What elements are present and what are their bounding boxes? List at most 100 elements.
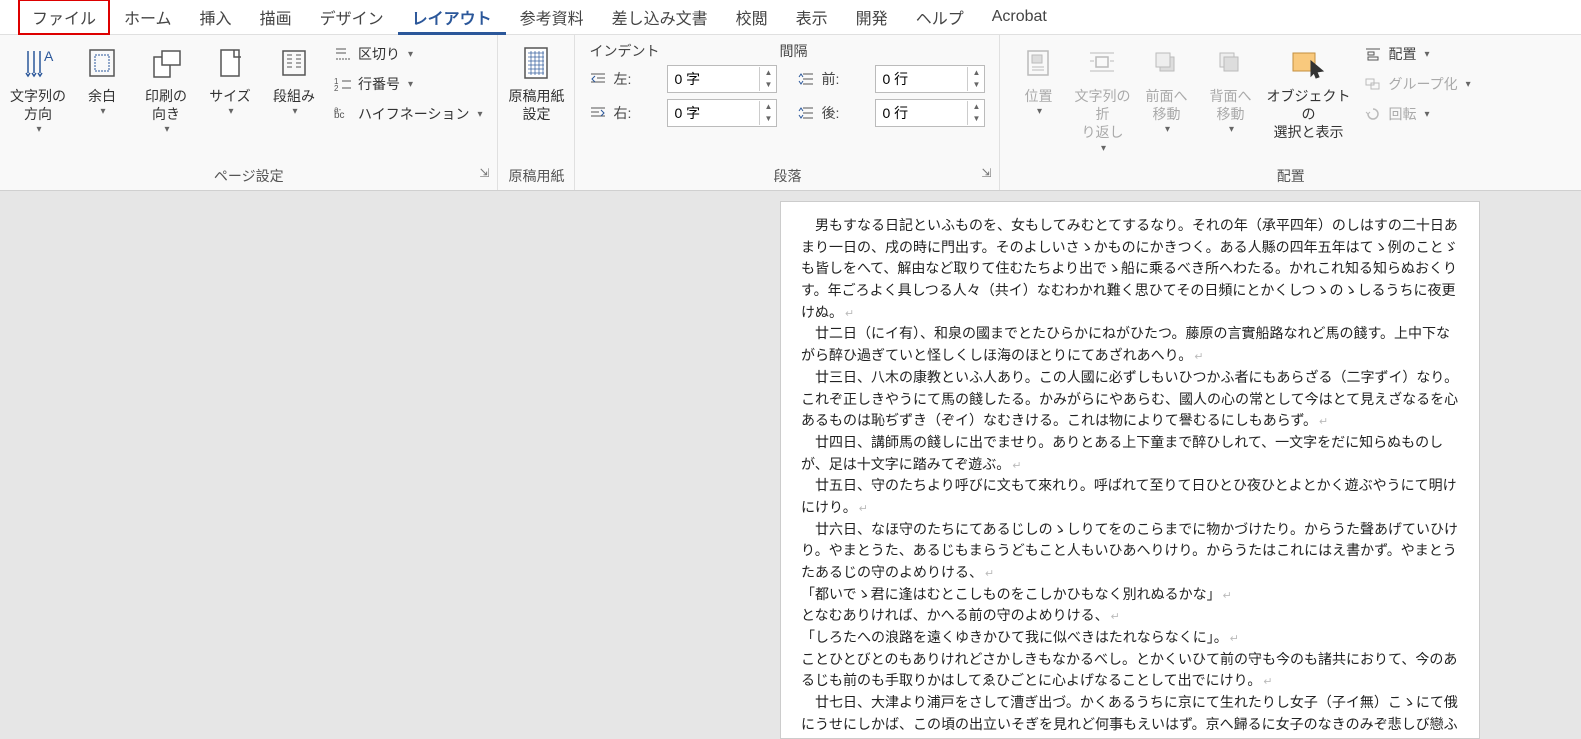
tab-help[interactable]: ヘルプ [902,0,978,35]
spacing-before-input[interactable] [876,71,967,87]
line-numbers-label: 行番号 [358,74,400,94]
rotate-icon [1364,107,1382,121]
wrap-text-label: 文字列の折 り返し [1072,87,1132,142]
tab-home[interactable]: ホーム [110,0,186,35]
paragraph[interactable]: 男もすなる日記といふものを、女もしてみむとてするなり。それの年（承平四年）のしは… [801,216,1459,324]
group-page-setup: A 文字列の 方向▾ 余白▾ 印刷の 向き▾ サイズ▾ [0,35,498,190]
manuscript-button[interactable]: 原稿用紙 設定 [504,39,568,127]
margins-button[interactable]: 余白▾ [70,39,134,122]
spin-up-icon[interactable]: ▲ [968,101,984,113]
indent-left-spinner[interactable]: ▲▼ [667,65,777,93]
position-button[interactable]: 位置▾ [1006,39,1070,122]
line-numbers-button[interactable]: 12 行番号▾ [330,71,487,97]
paragraph[interactable]: 「しろたへの浪路を遠くゆきかひて我に似べきはたれならなくに」。 [801,628,1459,650]
position-icon [1022,43,1054,83]
breaks-label: 区切り [358,44,400,64]
group-button[interactable]: グループ化 ▾ [1360,71,1475,97]
spin-up-icon[interactable]: ▲ [968,67,984,79]
chevron-down-icon: ▾ [1228,123,1234,136]
spacing-after-icon [797,105,815,121]
tab-draw[interactable]: 描画 [246,0,306,35]
spin-down-icon[interactable]: ▼ [760,79,776,91]
paragraph-launcher[interactable]: ⇲ [981,166,991,180]
size-button[interactable]: サイズ▾ [198,39,262,122]
indent-left-input[interactable] [668,71,759,87]
tab-view[interactable]: 表示 [782,0,842,35]
rotate-label: 回転 [1388,104,1416,124]
columns-button[interactable]: 段組み▾ [262,39,326,122]
align-button[interactable]: 配置▾ [1360,41,1475,67]
paragraph-group-label: 段落 [773,168,801,184]
group-obj-label: グループ化 [1388,74,1457,94]
tab-developer[interactable]: 開発 [842,0,902,35]
spacing-after-input[interactable] [876,105,967,121]
hyphenation-button[interactable]: bca- ハイフネーション▾ [330,101,487,127]
indent-title: インデント [589,41,659,61]
paragraph[interactable]: ことひとびとのもありけれどさかしきもなかるべし。とかくいひて前の守も今のも諸共に… [801,650,1459,693]
chevron-down-icon: ▾ [36,123,42,136]
hyphenation-icon: bca- [334,106,352,122]
spin-up-icon[interactable]: ▲ [760,101,776,113]
paragraph[interactable]: 「都いでゝ君に逢はむとこしものをこしかひもなく別れぬるかな」 [801,585,1459,607]
spacing-after-label: 後: [821,103,869,123]
paragraph[interactable]: 廿七日、大津より浦戸をさして漕ぎ出づ。かくあるうちに京にて生れたりし女子（子イ無… [801,693,1459,739]
indent-right-input[interactable] [668,105,759,121]
selection-pane-button[interactable]: オブジェクトの 選択と表示 [1262,39,1354,146]
chevron-down-icon: ▾ [1100,142,1106,155]
chevron-down-icon: ▾ [1466,79,1472,90]
chevron-down-icon: ▾ [228,105,234,118]
bring-forward-icon [1150,43,1182,83]
tab-strip: ファイル ホーム 挿入 描画 デザイン レイアウト 参考資料 差し込み文書 校閲… [0,0,1581,34]
page-setup-launcher[interactable]: ⇲ [479,166,489,180]
spin-down-icon[interactable]: ▼ [968,79,984,91]
spin-up-icon[interactable]: ▲ [760,67,776,79]
chevron-down-icon: ▾ [1424,109,1430,120]
hyphenation-label: ハイフネーション [358,104,469,124]
ribbon: A 文字列の 方向▾ 余白▾ 印刷の 向き▾ サイズ▾ [0,34,1581,191]
tab-review[interactable]: 校閲 [722,0,782,35]
position-label: 位置 [1024,87,1052,105]
group-manuscript: 原稿用紙 設定 原稿用紙 [498,35,575,190]
tab-layout[interactable]: レイアウト [398,0,506,35]
text-direction-button[interactable]: A 文字列の 方向▾ [6,39,70,140]
indent-left-icon [589,71,607,87]
paragraph[interactable]: 廿四日、講師馬の餞しに出でませり。ありとある上下童まで醉ひしれて、一文字をだに知… [801,433,1459,476]
breaks-icon [334,46,352,62]
send-backward-button[interactable]: 背面へ 移動▾ [1198,39,1262,140]
tab-mailings[interactable]: 差し込み文書 [598,0,722,35]
wrap-text-button[interactable]: 文字列の折 り返し▾ [1070,39,1134,159]
page-setup-group-label: ページ設定 [214,168,284,184]
spacing-before-spinner[interactable]: ▲▼ [875,65,985,93]
rotate-button[interactable]: 回転 ▾ [1360,101,1475,127]
tab-design[interactable]: デザイン [306,0,398,35]
paragraph[interactable]: 廿二日（にイ有）、和泉の國までとたひらかにねがひたつ。藤原の言實船路なれど馬の餞… [801,324,1459,367]
spin-down-icon[interactable]: ▼ [760,113,776,125]
indent-left-label: 左: [613,69,661,89]
size-icon [214,43,246,83]
paragraph[interactable]: 廿六日、なほ守のたちにてあるじしのゝしりてをのこらまでに物かづけたり。からうた聲… [801,520,1459,585]
send-backward-label: 背面へ 移動 [1209,87,1251,123]
spacing-after-spinner[interactable]: ▲▼ [875,99,985,127]
spacing-title: 間隔 [779,41,807,61]
chevron-down-icon: ▾ [1036,105,1042,118]
spacing-before-label: 前: [821,69,869,89]
bring-forward-button[interactable]: 前面へ 移動▾ [1134,39,1198,140]
paragraph[interactable]: 廿五日、守のたちより呼びに文もて來れり。呼ばれて至りて日ひとひ夜ひとよとかく遊ぶ… [801,476,1459,519]
breaks-button[interactable]: 区切り▾ [330,41,487,67]
spin-down-icon[interactable]: ▼ [968,113,984,125]
tab-file[interactable]: ファイル [18,0,110,35]
paragraph[interactable]: 廿三日、八木の康教といふ人あり。この人國に必ずしもいひつかふ者にもあらざる（二字… [801,368,1459,433]
tab-acrobat[interactable]: Acrobat [978,2,1061,32]
document-page[interactable]: 男もすなる日記といふものを、女もしてみむとてするなり。それの年（承平四年）のしは… [780,201,1480,739]
columns-label: 段組み [273,87,315,105]
manuscript-label: 原稿用紙 設定 [508,87,564,123]
paragraph[interactable]: となむありければ、かへる前の守のよめりける、 [801,606,1459,628]
selection-pane-icon [1289,43,1327,83]
orientation-button[interactable]: 印刷の 向き▾ [134,39,198,140]
tab-references[interactable]: 参考資料 [506,0,598,35]
chevron-down-icon: ▾ [292,105,298,118]
indent-right-spinner[interactable]: ▲▼ [667,99,777,127]
tab-insert[interactable]: 挿入 [186,0,246,35]
chevron-down-icon: ▾ [100,105,106,118]
svg-text:2: 2 [334,84,339,92]
